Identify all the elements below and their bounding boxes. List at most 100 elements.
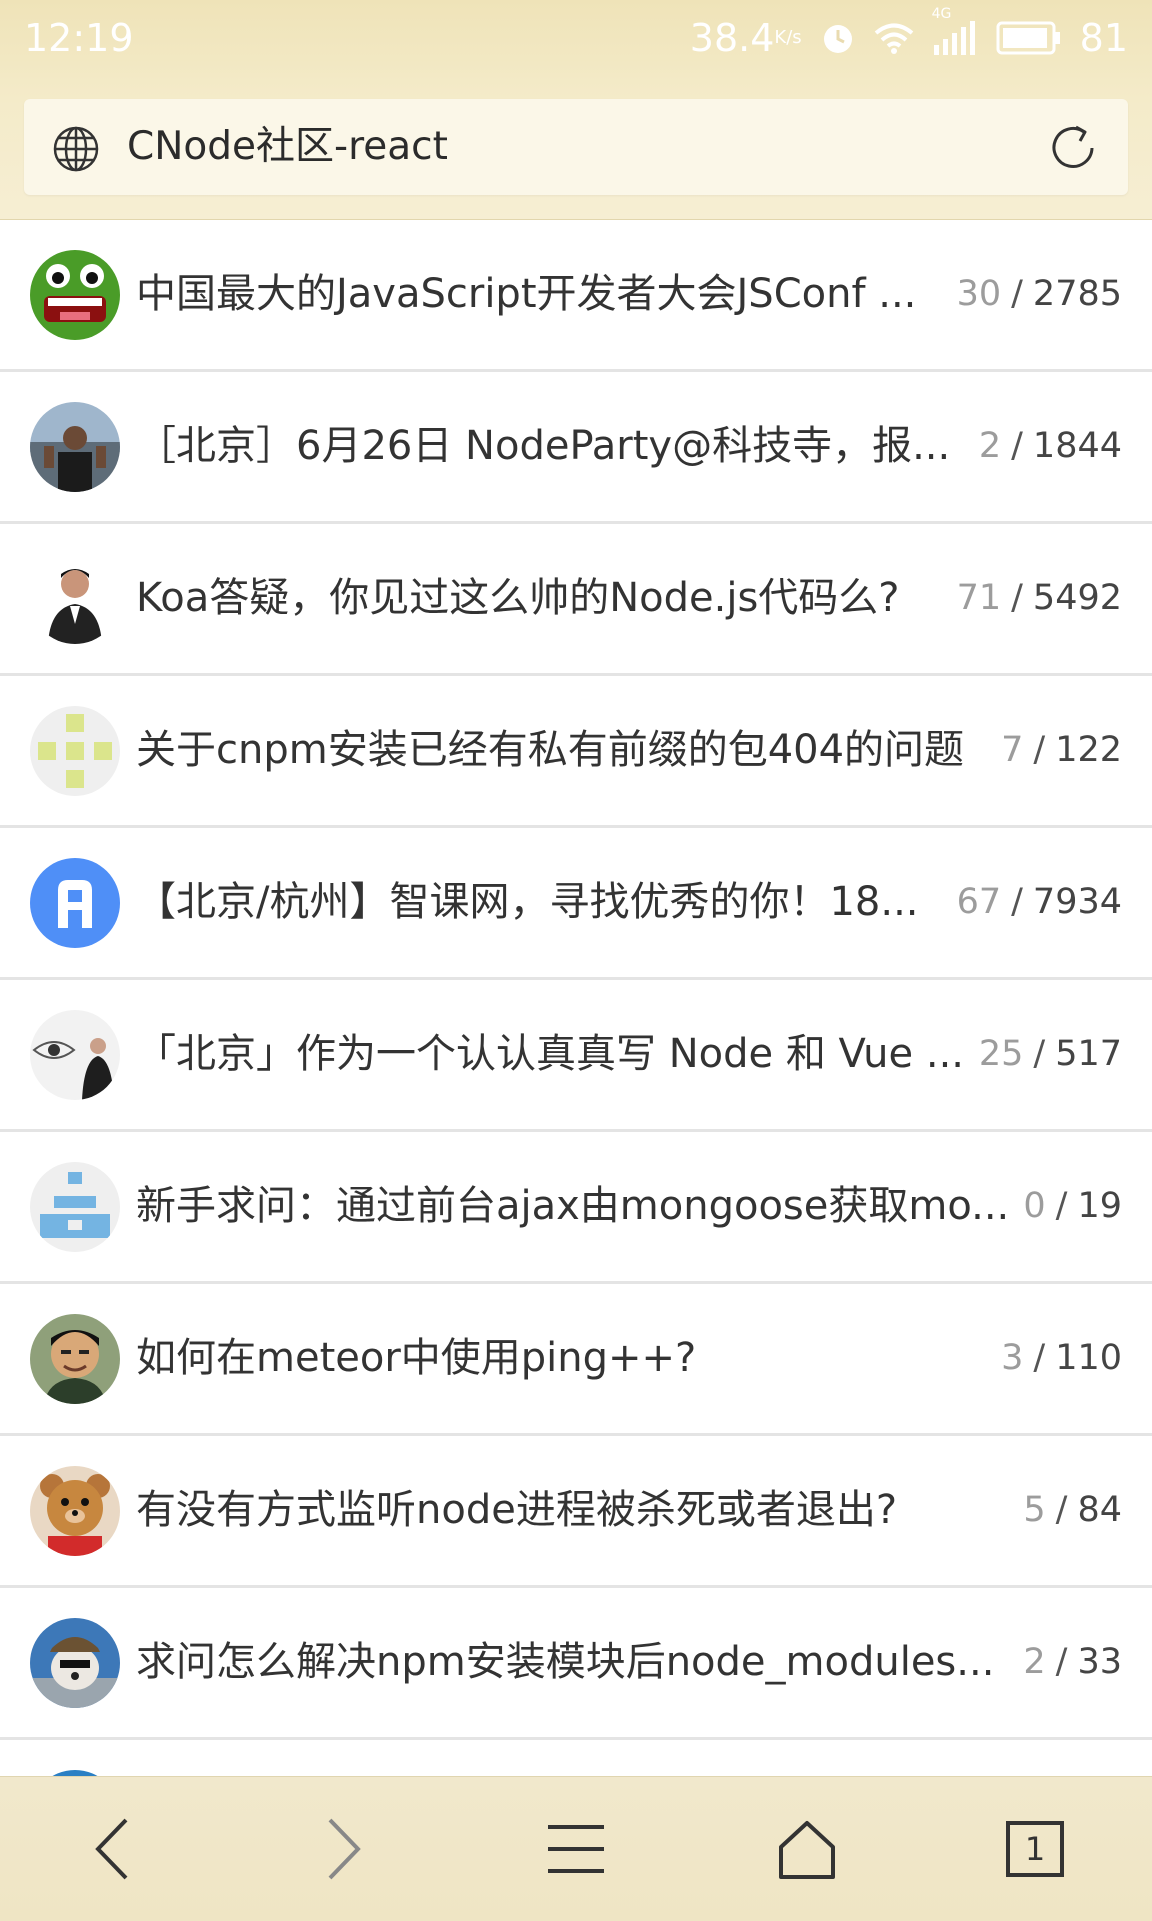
topic-count: 67/7934 [957, 828, 1122, 977]
blue-logo-avatar[interactable] [30, 858, 120, 948]
network-speed-unit: K/s [774, 27, 802, 48]
topic-title: 如何在meteor中使用ping++? [136, 1335, 697, 1381]
home-button[interactable] [757, 1777, 857, 1921]
reply-count: 2 [978, 426, 1002, 466]
browser-header: 12:19 38.4K/s 4G 81 CNode社区-react [0, 0, 1152, 220]
tabs-button[interactable]: 1 [985, 1777, 1085, 1921]
view-count: 33 [1077, 1642, 1122, 1682]
view-count: 122 [1055, 730, 1122, 770]
battery-level: 81 [1079, 16, 1128, 60]
topic-row[interactable]: 关于cnpm安装已经有私有前缀的包404的问题 7/122 [0, 676, 1152, 828]
tabs-icon: 1 [1006, 1821, 1064, 1877]
topic-title: 新手求问：通过前台ajax由mongoose获取mo... [136, 1183, 1010, 1229]
view-count: 1844 [1032, 426, 1122, 466]
chevron-left-icon [90, 1814, 134, 1884]
reply-count: 2 [1023, 1642, 1046, 1682]
browser-toolbar: 1 [0, 1776, 1152, 1921]
topic-count: 0/19 [1023, 1132, 1122, 1281]
count-separator: / [1033, 730, 1046, 770]
view-count: 2785 [1032, 274, 1122, 314]
topic-row[interactable]: ［北京］6月26日 NodeParty@科技寺，报... 2/1844 [0, 372, 1152, 524]
topic-count: 30/2785 [957, 220, 1122, 369]
topic-row[interactable]: 新手求问：通过前台ajax由mongoose获取mo... 0/19 [0, 1132, 1152, 1284]
topic-title: 关于cnpm安装已经有私有前缀的包404的问题 [136, 727, 965, 773]
back-button[interactable] [62, 1777, 162, 1921]
count-separator: / [1033, 1034, 1046, 1074]
beach-person-avatar[interactable] [30, 402, 120, 492]
status-time: 12:19 [24, 16, 134, 60]
count-separator: / [1011, 578, 1023, 618]
topic-row-partial[interactable] [0, 1740, 1152, 1776]
topic-count: 25/517 [979, 980, 1122, 1129]
view-count: 19 [1077, 1186, 1122, 1226]
topic-title: Koa答疑，你见过这么帅的Node.js代码么? [136, 575, 900, 621]
count-separator: / [1033, 1338, 1046, 1378]
count-separator: / [1011, 426, 1023, 466]
reply-count: 25 [978, 1034, 1024, 1074]
menu-button[interactable] [526, 1777, 626, 1921]
reply-count: 7 [1001, 730, 1024, 770]
wifi-icon [874, 22, 914, 54]
smiling-man-avatar[interactable] [30, 1314, 120, 1404]
topic-row[interactable]: 中国最大的JavaScript开发者大会JSConf ... 30/2785 [0, 220, 1152, 372]
view-count: 7934 [1032, 882, 1122, 922]
topic-row[interactable]: 有没有方式监听node进程被杀死或者退出? 5/84 [0, 1436, 1152, 1588]
topic-title: 求问怎么解决npm安装模块后node_modules... [136, 1639, 995, 1685]
topic-title: 「北京」作为一个认认真真写 Node 和 Vue ... [136, 1031, 965, 1077]
topic-title: ［北京］6月26日 NodeParty@科技寺，报... [136, 423, 951, 469]
chevron-right-icon [322, 1814, 366, 1884]
menu-icon [544, 1821, 608, 1877]
view-count: 110 [1055, 1338, 1122, 1378]
forward-button[interactable] [294, 1777, 394, 1921]
eye-sketch-avatar[interactable] [30, 1010, 120, 1100]
view-count: 517 [1055, 1034, 1122, 1074]
suit-person-avatar[interactable] [30, 554, 120, 644]
reply-count: 5 [1023, 1490, 1046, 1530]
topic-title: 中国最大的JavaScript开发者大会JSConf ... [136, 271, 917, 317]
signal-icon: 4G [932, 7, 978, 55]
topic-row[interactable]: Koa答疑，你见过这么帅的Node.js代码么? 71/5492 [0, 524, 1152, 676]
view-count: 5492 [1032, 578, 1122, 618]
reply-count: 3 [1001, 1338, 1024, 1378]
reply-count: 0 [1023, 1186, 1046, 1226]
status-right-group: 38.4K/s 4G 81 [690, 0, 1128, 76]
topic-row[interactable]: 「北京」作为一个认认真真写 Node 和 Vue ... 25/517 [0, 980, 1152, 1132]
status-bar: 12:19 38.4K/s 4G 81 [0, 0, 1152, 80]
address-bar[interactable]: CNode社区-react [24, 99, 1128, 195]
home-icon [775, 1817, 839, 1881]
topic-count: 2/1844 [979, 372, 1122, 521]
count-separator: / [1011, 274, 1023, 314]
battery-icon [996, 21, 1062, 55]
topic-count: 7/122 [1001, 676, 1122, 825]
topic-title: 有没有方式监听node进程被杀死或者退出? [136, 1487, 898, 1533]
globe-icon [52, 125, 100, 177]
topic-row[interactable]: 求问怎么解决npm安装模块后node_modules... 2/33 [0, 1588, 1152, 1740]
topic-count: 5/84 [1023, 1436, 1122, 1585]
tab-count: 1 [1024, 1830, 1046, 1868]
topic-row[interactable]: 【北京/杭州】智课网，寻找优秀的你！18... 67/7934 [0, 828, 1152, 980]
reply-count: 67 [956, 882, 1002, 922]
frog-avatar[interactable] [30, 250, 120, 340]
blue-identicon-avatar[interactable] [30, 1162, 120, 1252]
topic-count: 2/33 [1023, 1588, 1122, 1737]
count-separator: / [1055, 1642, 1068, 1682]
network-speed: 38.4K/s [690, 0, 802, 76]
count-separator: / [1011, 882, 1023, 922]
view-count: 84 [1077, 1490, 1122, 1530]
count-separator: / [1055, 1186, 1068, 1226]
network-speed-value: 38.4 [689, 16, 775, 60]
reply-count: 30 [956, 274, 1002, 314]
dog-with-hat-avatar[interactable] [30, 1618, 120, 1708]
page-title: CNode社区-react [127, 124, 448, 169]
topic-count: 71/5492 [957, 524, 1122, 673]
topic-count: 3/110 [1001, 1284, 1122, 1433]
refresh-icon[interactable] [1046, 121, 1100, 179]
alarm-icon [820, 20, 856, 56]
topic-row[interactable]: 如何在meteor中使用ping++? 3/110 [0, 1284, 1152, 1436]
identicon-avatar[interactable] [30, 706, 120, 796]
count-separator: / [1055, 1490, 1068, 1530]
network-type: 4G [931, 6, 952, 22]
reply-count: 71 [956, 578, 1002, 618]
topic-list: 中国最大的JavaScript开发者大会JSConf ... 30/2785 ［… [0, 220, 1152, 1776]
teddy-bear-avatar[interactable] [30, 1466, 120, 1556]
